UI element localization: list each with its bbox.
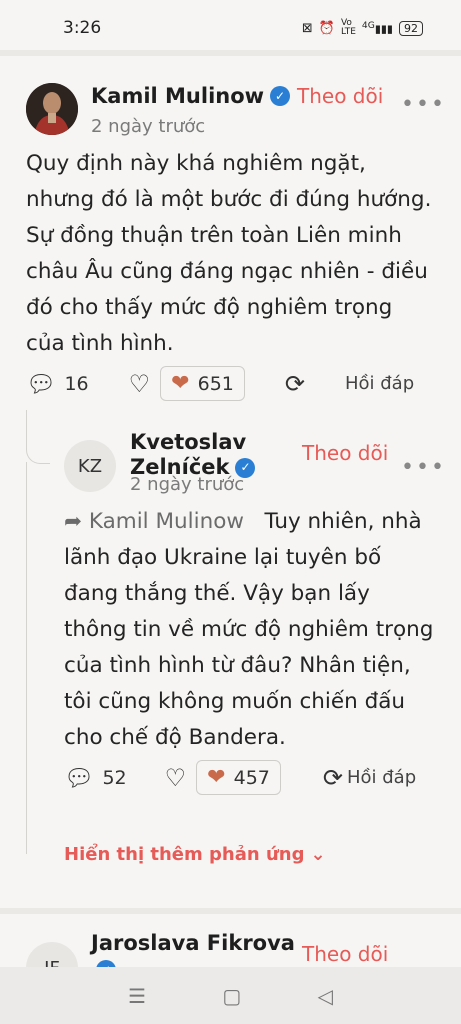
show-more-reactions-button[interactable]: Hiển thị thêm phản ứng ⌄ bbox=[64, 844, 326, 865]
comment-icon: 💬︎ bbox=[26, 369, 57, 398]
post-text: Quy định này khá nghiêm ngặt, nhưng đó l… bbox=[26, 151, 432, 356]
reply-text-block: ➦ Kamil Mulinow Tuy nhiên, nhà lãnh đạo … bbox=[64, 504, 434, 756]
battery-icon: 92 bbox=[399, 20, 423, 36]
system-nav-bar: ☰ ▢ ◁ bbox=[0, 967, 461, 1024]
heart-icon: ❤ bbox=[171, 371, 190, 396]
reply-button[interactable]: Hồi đáp bbox=[345, 373, 414, 394]
alarm-icon: ⏰ bbox=[318, 20, 335, 36]
volte-icon: Vo LTE bbox=[340, 18, 356, 37]
more-options-icon[interactable]: ••• bbox=[401, 92, 446, 117]
verified-icon: ✓ bbox=[270, 86, 291, 106]
reply-actions: 💬︎ 52 ♡ ❤ 457 ⟳ Hồi đáp bbox=[64, 760, 444, 795]
avatar[interactable]: KZ bbox=[64, 440, 116, 492]
reply-text: Tuy nhiên, nhà lãnh đạo Ukraine lại tuyê… bbox=[64, 509, 434, 750]
comment-button[interactable]: 💬︎ 16 bbox=[26, 370, 89, 398]
home-icon[interactable]: ▢ bbox=[222, 984, 241, 1008]
nfc-icon: ⊠ bbox=[301, 20, 313, 36]
comment-icon: 💬︎ bbox=[64, 763, 95, 792]
next-post-author[interactable]: Jaroslava Fikrova bbox=[91, 931, 295, 955]
like-outline-icon[interactable]: ♡ bbox=[165, 764, 187, 792]
thread-line bbox=[26, 462, 27, 854]
status-time: 3:26 bbox=[63, 18, 102, 38]
thread-connector bbox=[26, 410, 50, 464]
4g-signal-icon: 4G▮▮▮ bbox=[361, 20, 393, 36]
quoted-author[interactable]: ➦ Kamil Mulinow bbox=[64, 509, 244, 534]
menu-icon[interactable]: ☰ bbox=[128, 984, 146, 1008]
comment-count: 52 bbox=[102, 766, 127, 789]
follow-button[interactable]: Theo dõi bbox=[302, 942, 388, 966]
post-time: 2 ngày trước bbox=[91, 116, 206, 137]
status-bar: 3:26 ⊠ ⏰ Vo LTE 4G▮▮▮ 92 bbox=[0, 0, 461, 54]
reply-button[interactable]: Hồi đáp bbox=[347, 767, 416, 788]
repost-icon[interactable]: ⟳ bbox=[285, 370, 305, 398]
reply-arrow-icon: ➦ bbox=[64, 509, 83, 534]
author-name-line1: Kvetoslav bbox=[130, 430, 247, 454]
heart-icon: ❤ bbox=[207, 765, 226, 790]
follow-button[interactable]: Theo dõi bbox=[302, 441, 388, 465]
more-options-icon[interactable]: ••• bbox=[401, 455, 446, 480]
heart-count: 457 bbox=[233, 766, 270, 789]
portrait-icon bbox=[26, 83, 78, 135]
reply-author[interactable]: Kvetoslav Zelníček ✓ bbox=[130, 430, 256, 480]
comment-button[interactable]: 💬︎ 52 bbox=[64, 764, 127, 792]
comment-count: 16 bbox=[64, 372, 89, 395]
heart-reaction-button[interactable]: ❤ 457 bbox=[196, 760, 281, 795]
back-icon[interactable]: ◁ bbox=[317, 984, 332, 1008]
author-name: Jaroslava Fikrova bbox=[91, 931, 295, 955]
heart-reaction-button[interactable]: ❤ 651 bbox=[160, 366, 245, 401]
show-more-label: Hiển thị thêm phản ứng bbox=[64, 844, 305, 865]
avatar[interactable] bbox=[26, 83, 78, 135]
chevron-down-icon: ⌄ bbox=[310, 844, 326, 865]
follow-button[interactable]: Theo dõi bbox=[297, 84, 383, 108]
divider bbox=[0, 50, 461, 56]
post-actions: 💬︎ 16 ♡ ❤ 651 ⟳ Hồi đáp bbox=[26, 366, 436, 401]
heart-count: 651 bbox=[197, 372, 234, 395]
divider bbox=[0, 908, 461, 914]
author-name: Kamil Mulinow bbox=[91, 84, 265, 108]
repost-icon[interactable]: ⟳ bbox=[323, 764, 343, 792]
reply-time: 2 ngày trước bbox=[130, 474, 245, 495]
status-icons: ⊠ ⏰ Vo LTE 4G▮▮▮ 92 bbox=[302, 19, 423, 37]
avatar-initials: KZ bbox=[77, 455, 103, 477]
like-outline-icon[interactable]: ♡ bbox=[129, 370, 151, 398]
post-author[interactable]: Kamil Mulinow ✓ bbox=[91, 84, 291, 108]
